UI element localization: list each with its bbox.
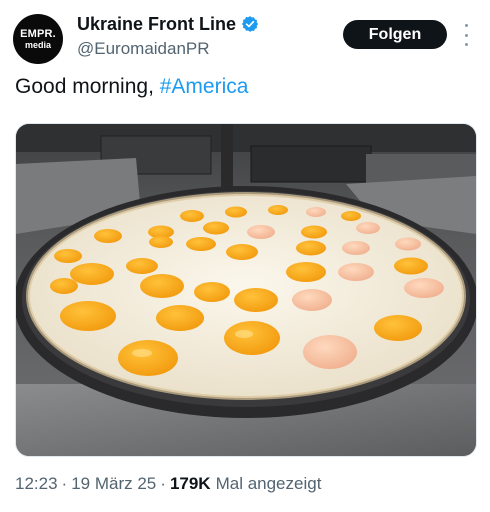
- more-dot: [464, 33, 468, 37]
- avatar[interactable]: EMPR. media: [13, 14, 63, 64]
- more-dot: [464, 43, 468, 46]
- tweet-header: EMPR. media Ukraine Front Line @Euromaid…: [0, 0, 490, 70]
- tweet-date[interactable]: 19 März 25: [71, 474, 156, 494]
- tweet-text: Good morning, #America: [15, 75, 248, 99]
- author-info[interactable]: Ukraine Front Line @EuromaidanPR: [77, 12, 259, 59]
- display-name-row: Ukraine Front Line: [77, 12, 259, 36]
- views-label: Mal angezeigt: [215, 474, 322, 493]
- tweet-media-image[interactable]: [15, 123, 477, 457]
- display-name[interactable]: Ukraine Front Line: [77, 14, 236, 35]
- separator: ·: [61, 474, 68, 493]
- avatar-text-line2: media: [24, 39, 51, 50]
- more-vertical-icon[interactable]: [458, 24, 474, 46]
- views-count: 179K: [169, 474, 211, 493]
- tweet-meta: 12:23 · 19 März 25 · 179K Mal angezeigt: [15, 474, 321, 494]
- tweet-text-body: Good morning,: [15, 75, 160, 98]
- handle[interactable]: @EuromaidanPR: [77, 39, 259, 59]
- tweet-time[interactable]: 12:23: [15, 474, 58, 494]
- avatar-text-line1: EMPR.: [20, 27, 56, 40]
- fried-eggs-photo: [16, 124, 476, 456]
- separator: ·: [160, 474, 166, 493]
- verified-badge-icon: [241, 15, 259, 33]
- follow-button[interactable]: Folgen: [343, 20, 447, 49]
- more-dot: [464, 24, 468, 27]
- hashtag-link[interactable]: #America: [160, 75, 249, 98]
